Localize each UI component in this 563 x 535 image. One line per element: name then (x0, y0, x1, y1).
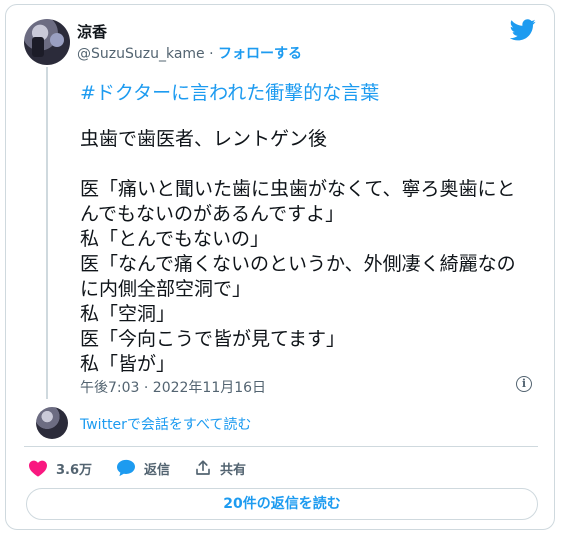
follow-button[interactable]: フォローする (218, 46, 302, 62)
like-button[interactable]: 3.6万 (28, 459, 92, 478)
read-replies-button[interactable]: 20件の返信を読む (26, 488, 538, 520)
thread-line (46, 67, 48, 399)
like-count: 3.6万 (56, 462, 93, 478)
heart-icon (29, 460, 47, 477)
tweet-embed-card: 涼香 @SuzuSuzu_kame · フォローする #ドクターに言われた衝撃的… (5, 4, 555, 530)
tweet-line-gap (80, 152, 550, 177)
tweet-line: に内側全部空洞で」 (80, 278, 252, 300)
tweet-line: 私「空洞」 (80, 303, 176, 325)
hashtag-link[interactable]: #ドクターに言われた衝撃的な言葉 (80, 78, 379, 105)
twitter-bird-icon[interactable] (510, 19, 536, 41)
tweet-line: 虫歯で歯医者、レントゲン後 (80, 128, 328, 150)
reply-button[interactable]: 返信 (116, 459, 170, 478)
handle-row: @SuzuSuzu_kame · フォローする (77, 43, 302, 63)
divider (24, 446, 538, 447)
share-button[interactable]: 共有 (194, 459, 246, 478)
thread-avatar[interactable] (36, 407, 68, 439)
action-bar: 3.6万 返信 共有 (28, 457, 270, 479)
tweet-line: んでもないのがあるんですよ」 (80, 203, 345, 225)
share-label: 共有 (220, 462, 247, 478)
reply-label: 返信 (144, 462, 171, 478)
info-icon[interactable]: i (516, 376, 532, 392)
tweet-line: 私「とんでもないの」 (80, 228, 270, 250)
tweet-line: 私「皆が」 (80, 353, 176, 375)
tweet-line: 医「なんで痛くないのというか、外側凄く綺麗なの (80, 253, 516, 275)
avatar[interactable] (24, 19, 70, 65)
share-icon (196, 460, 210, 475)
read-conversation-link[interactable]: Twitterで会話をすべて読む (80, 414, 251, 434)
tweet-text: 虫歯で歯医者、レントゲン後 医「痛いと聞いた歯に虫歯がなくて、寧ろ奥歯にと んで… (80, 127, 550, 377)
user-handle[interactable]: @SuzuSuzu_kame (77, 46, 205, 62)
user-name[interactable]: 涼香 (77, 21, 107, 42)
reply-bubble-icon (117, 459, 136, 477)
separator: · (209, 46, 214, 62)
tweet-timestamp[interactable]: 午後7:03 · 2022年11月16日 (80, 377, 266, 397)
tweet-line: 医「痛いと聞いた歯に虫歯がなくて、寧ろ奥歯にと (80, 178, 516, 200)
tweet-line: 医「今向こうで皆が見てます」 (80, 328, 346, 350)
